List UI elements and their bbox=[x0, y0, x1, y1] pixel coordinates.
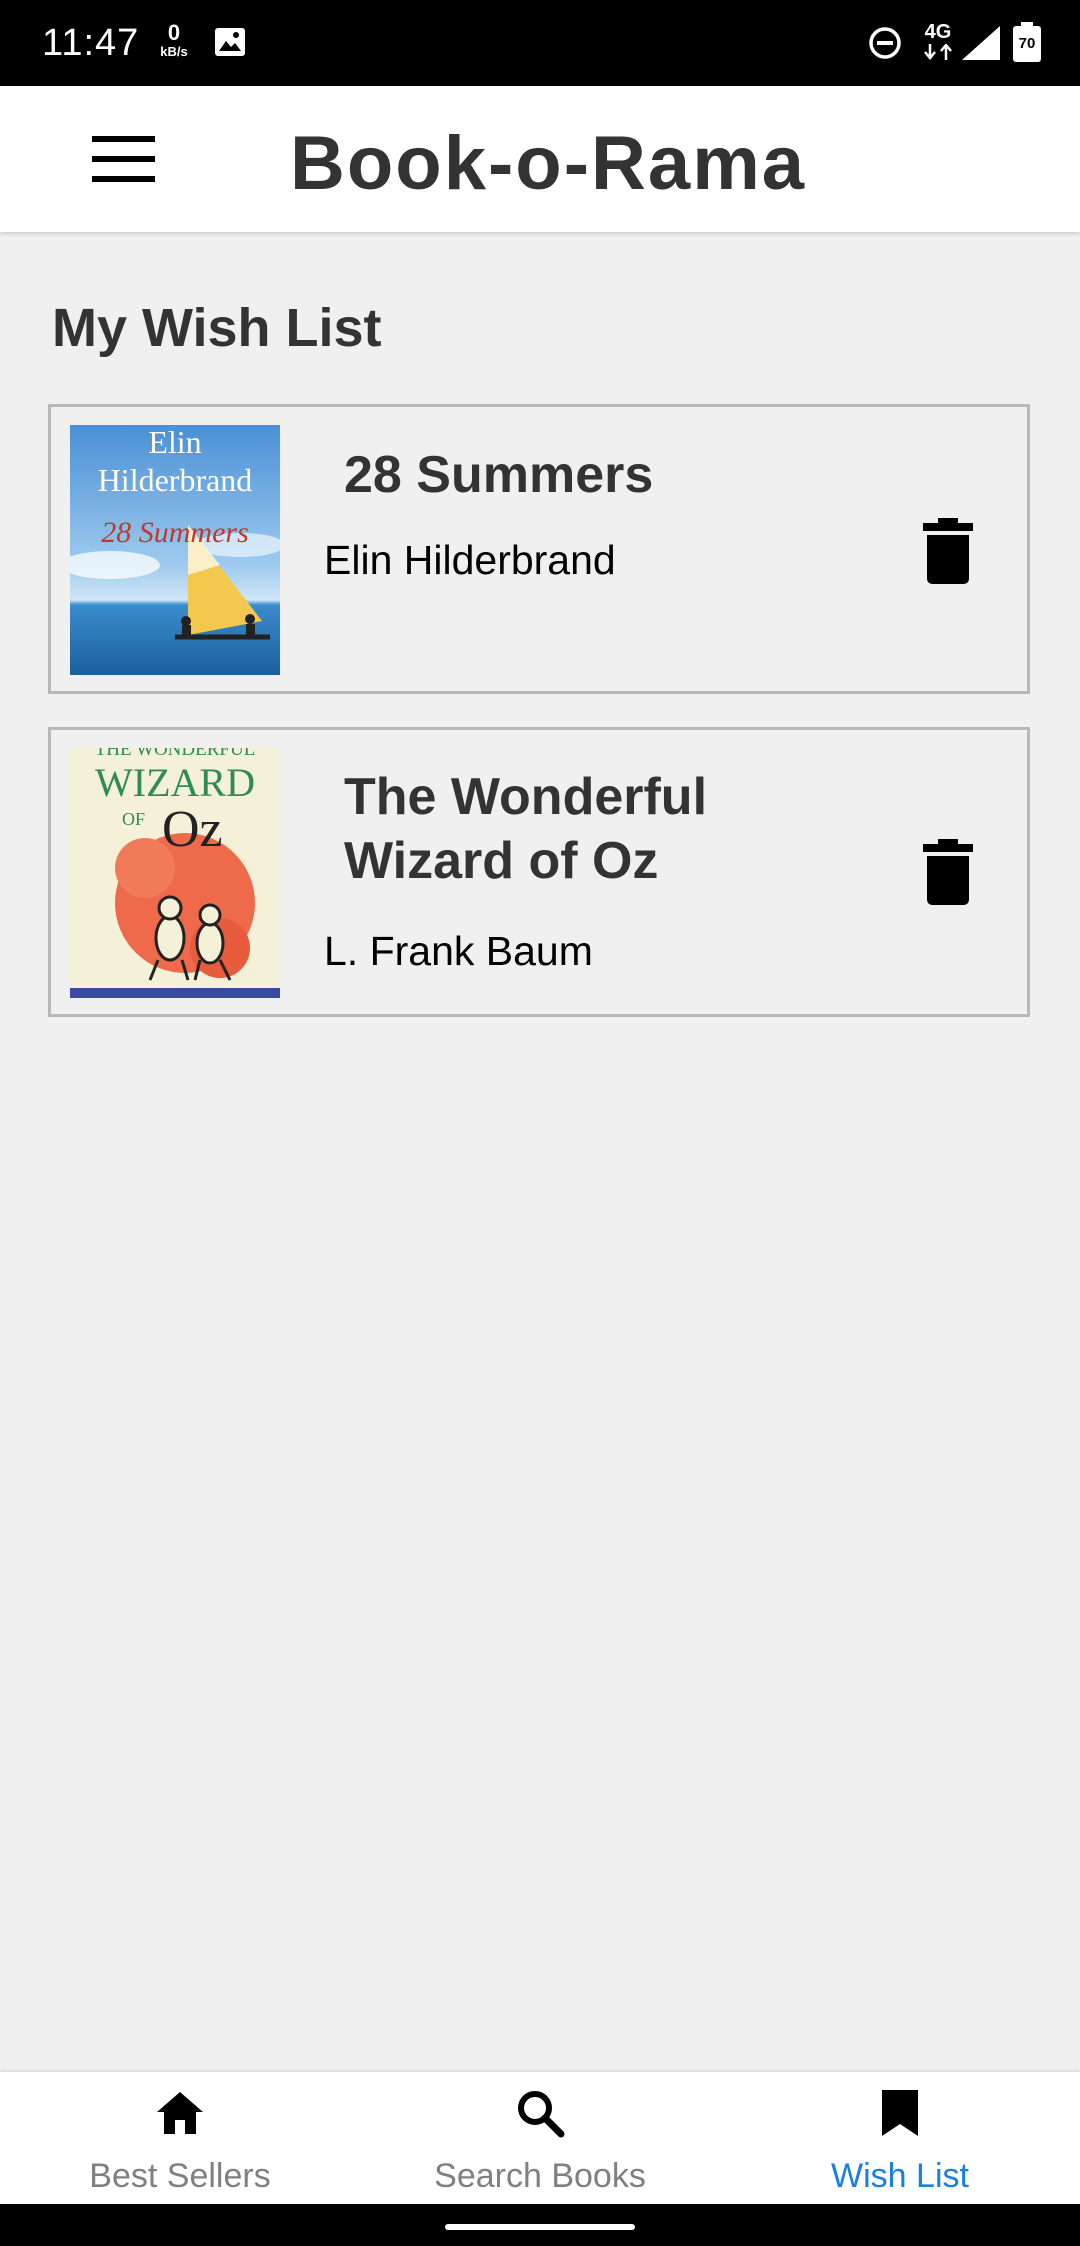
book-author: Elin Hilderbrand bbox=[324, 537, 616, 583]
cover-title-line3: OF bbox=[122, 809, 146, 829]
trash-icon bbox=[923, 839, 973, 905]
search-icon bbox=[518, 2091, 565, 2138]
do-not-disturb-icon bbox=[869, 27, 901, 59]
delete-button[interactable] bbox=[908, 832, 988, 912]
menu-button[interactable] bbox=[82, 127, 162, 191]
battery-level: 70 bbox=[1018, 35, 1036, 52]
delete-button[interactable] bbox=[908, 511, 988, 591]
home-icon bbox=[157, 2092, 203, 2134]
network-speed: 0 kB/s bbox=[154, 20, 194, 59]
battery-icon: 70 bbox=[1012, 22, 1042, 62]
nav-label: Best Sellers bbox=[89, 2157, 271, 2195]
cover-title: 28 Summers bbox=[101, 516, 249, 549]
book-title[interactable]: 28 Summers bbox=[344, 443, 653, 507]
menu-icon bbox=[92, 136, 155, 142]
cover-author-line1: Elin bbox=[148, 425, 202, 460]
app-bar: Book-o-Rama bbox=[0, 86, 1080, 232]
nav-item-best-sellers[interactable]: Best Sellers bbox=[0, 2072, 360, 2204]
nav-item-search-books[interactable]: Search Books bbox=[360, 2072, 720, 2204]
cover-author-line2: Hilderbrand bbox=[97, 462, 253, 498]
book-title[interactable]: The Wonderful Wizard of Oz bbox=[344, 765, 804, 893]
nav-item-wish-list[interactable]: Wish List bbox=[720, 2072, 1080, 2204]
gesture-bar bbox=[0, 2204, 1080, 2246]
wish-list-item[interactable]: Elin Hilderbrand 28 Summers 28 Summers E… bbox=[48, 404, 1030, 694]
status-bar: 11:47 0 kB/s 4G 70 bbox=[0, 0, 1080, 86]
book-author: L. Frank Baum bbox=[324, 928, 593, 974]
book-cover-image: Elin Hilderbrand 28 Summers bbox=[70, 425, 280, 675]
cover-title-line4: Oz bbox=[162, 801, 223, 858]
network-type: 4G bbox=[924, 21, 952, 43]
network-speed-value: 0 bbox=[167, 20, 181, 45]
app-title: Book-o-Rama bbox=[290, 121, 807, 206]
status-time: 11:47 bbox=[42, 22, 140, 64]
image-notification-icon bbox=[215, 28, 245, 56]
book-cover-image: THE WONDERFUL WIZARD OF Oz bbox=[70, 748, 280, 998]
page-title: My Wish List bbox=[52, 298, 382, 358]
cover-title-line2: WIZARD bbox=[95, 760, 255, 805]
signal-strength-icon bbox=[962, 26, 1000, 60]
wish-list-item[interactable]: THE WONDERFUL WIZARD OF Oz The Wonderful… bbox=[48, 727, 1030, 1017]
home-gesture-handle[interactable] bbox=[445, 2224, 635, 2230]
bookmark-icon bbox=[882, 2090, 918, 2136]
network-speed-unit: kB/s bbox=[160, 44, 188, 59]
nav-label: Wish List bbox=[831, 2157, 969, 2195]
nav-label: Search Books bbox=[434, 2157, 646, 2195]
bottom-navigation: Best Sellers Search Books Wish List bbox=[0, 2072, 1080, 2204]
trash-icon bbox=[923, 518, 973, 584]
data-arrows-icon bbox=[924, 44, 952, 60]
